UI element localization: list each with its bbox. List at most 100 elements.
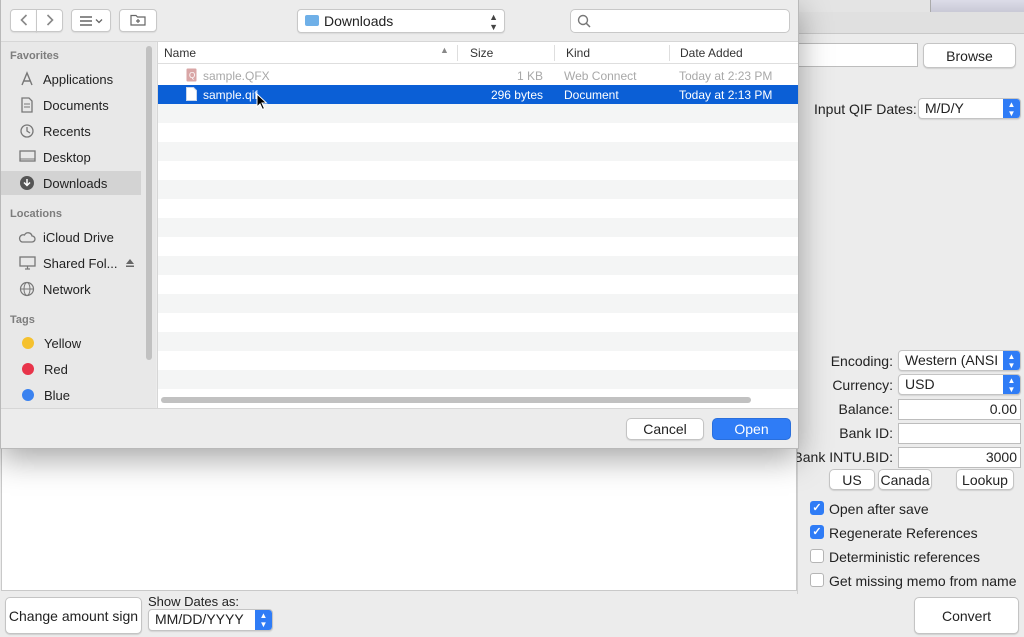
deterministic-references-checkbox[interactable] (810, 549, 824, 563)
show-dates-select[interactable]: MM/DD/YYYY ▲ ▼ (148, 609, 273, 631)
bank-id-field[interactable] (898, 423, 1021, 444)
encoding-label: Encoding: (830, 353, 893, 369)
view-options-button[interactable] (71, 9, 111, 32)
empty-row (158, 332, 798, 351)
sidebar-item-label: Recents (43, 123, 91, 139)
file-row[interactable]: Q sample.QFX 1 KB Web Connect Today at 2… (158, 66, 798, 85)
input-qif-dates-value: M/D/Y (925, 100, 964, 116)
sidebar-item-applications[interactable]: Applications (1, 67, 141, 91)
file-path-field[interactable] (798, 43, 918, 67)
file-kind: Web Connect (564, 69, 637, 83)
missing-memo-checkbox[interactable] (810, 573, 824, 587)
column-size-header[interactable]: Size (470, 46, 493, 60)
regenerate-references-label: Regenerate References (829, 525, 978, 541)
file-list: Name ▲ Size Kind Date Added Q sample.QFX… (157, 42, 798, 408)
bank-id-label: Bank ID: (839, 425, 893, 441)
chevron-updown-icon: ▲ ▼ (1003, 99, 1020, 118)
balance-label: Balance: (838, 401, 893, 417)
us-button[interactable]: US (829, 469, 875, 490)
open-after-save-checkbox[interactable]: ✓ (810, 501, 824, 515)
sidebar-item-tag-blue[interactable]: Blue (1, 383, 141, 407)
currency-value: USD (905, 376, 935, 392)
sidebar-scrollbar[interactable] (146, 46, 152, 360)
back-button[interactable] (10, 9, 37, 32)
browse-button[interactable]: Browse (923, 43, 1016, 68)
currency-label: Currency: (832, 377, 893, 393)
file-name: sample.qif (203, 88, 258, 102)
blue-tag-icon (22, 389, 34, 401)
show-dates-value: MM/DD/YYYY (155, 611, 244, 627)
dialog-toolbar: Downloads ▲ ▼ (1, 0, 798, 42)
lookup-button[interactable]: Lookup (956, 469, 1014, 490)
location-popup[interactable]: Downloads ▲ ▼ (297, 9, 505, 33)
qfx-file-icon: Q (186, 68, 197, 85)
file-size: 1 KB (516, 69, 543, 83)
input-qif-dates-select[interactable]: M/D/Y ▲ ▼ (918, 98, 1021, 119)
bank-intu-bid-label: Bank INTU.BID: (793, 449, 893, 465)
sidebar-item-tag-red[interactable]: Red (1, 357, 141, 381)
sidebar-item-downloads[interactable]: Downloads (1, 171, 141, 195)
file-name: sample.QFX (203, 69, 270, 83)
eject-icon[interactable] (125, 256, 135, 271)
cancel-button[interactable]: Cancel (626, 418, 704, 440)
search-field[interactable] (570, 9, 790, 33)
network-icon (18, 281, 36, 297)
forward-button[interactable] (36, 9, 63, 32)
sidebar-item-documents[interactable]: Documents (1, 93, 141, 117)
column-kind-header[interactable]: Kind (566, 46, 590, 60)
open-button[interactable]: Open (712, 418, 791, 440)
search-icon (577, 14, 591, 31)
folder-icon (305, 15, 319, 26)
empty-row (158, 180, 798, 199)
empty-row (158, 104, 798, 123)
sidebar-item-label: Applications (43, 71, 114, 87)
mouse-pointer-icon (256, 92, 268, 111)
desktop-icon (18, 149, 36, 165)
sidebar-item-desktop[interactable]: Desktop (1, 145, 141, 169)
chevron-updown-icon: ▲ ▼ (1003, 351, 1020, 370)
empty-row (158, 218, 798, 237)
file-date-added: Today at 2:23 PM (679, 69, 773, 83)
sidebar-item-shared-folder[interactable]: Shared Fol... (1, 251, 141, 275)
documents-icon (18, 97, 36, 113)
encoding-value: Western (ANSI (905, 352, 999, 368)
new-folder-button[interactable] (119, 9, 157, 32)
file-row-selected[interactable]: sample.qif 296 bytes Document Today at 2… (158, 85, 798, 104)
missing-memo-label: Get missing memo from name (829, 573, 1017, 589)
horizontal-scrollbar[interactable] (161, 397, 751, 403)
encoding-select[interactable]: Western (ANSI ▲ ▼ (898, 350, 1021, 371)
sidebar-item-recents[interactable]: Recents (1, 119, 141, 143)
column-divider[interactable] (669, 45, 670, 61)
column-header-row: Name ▲ Size Kind Date Added (158, 42, 798, 64)
sidebar-item-network[interactable]: Network (1, 277, 141, 301)
canada-button[interactable]: Canada (878, 469, 932, 490)
currency-select[interactable]: USD ▲ ▼ (898, 374, 1021, 395)
column-divider[interactable] (457, 45, 458, 61)
bank-intu-bid-field[interactable]: 3000 (898, 447, 1021, 468)
window-toolbar-band (798, 12, 1024, 34)
balance-field[interactable]: 0.00 (898, 399, 1021, 420)
output-text-area[interactable] (1, 448, 797, 591)
recents-icon (18, 123, 36, 139)
sidebar-item-tag-yellow[interactable]: Yellow (1, 331, 141, 355)
sidebar-item-label: Blue (44, 387, 71, 403)
sidebar-item-label: Documents (43, 97, 109, 113)
chevron-updown-icon: ▲ ▼ (255, 610, 272, 630)
sort-ascending-icon: ▲ (440, 45, 449, 55)
sidebar-item-label: Network (43, 281, 91, 297)
empty-row (158, 256, 798, 275)
column-divider[interactable] (554, 45, 555, 61)
regenerate-references-checkbox[interactable]: ✓ (810, 525, 824, 539)
sidebar-item-label: Red (44, 361, 68, 377)
cloud-icon (18, 229, 36, 245)
tags-header: Tags (10, 314, 35, 326)
column-date-added-header[interactable]: Date Added (680, 46, 743, 60)
column-name-header[interactable]: Name (164, 46, 196, 60)
file-size: 296 bytes (490, 88, 543, 102)
svg-text:Q: Q (189, 71, 195, 80)
search-input[interactable] (597, 13, 777, 28)
change-amount-sign-button[interactable]: Change amount sign (5, 597, 142, 634)
convert-button[interactable]: Convert (914, 597, 1019, 634)
sidebar-item-icloud-drive[interactable]: iCloud Drive (1, 225, 141, 249)
chevron-updown-icon: ▲ ▼ (1003, 375, 1020, 394)
